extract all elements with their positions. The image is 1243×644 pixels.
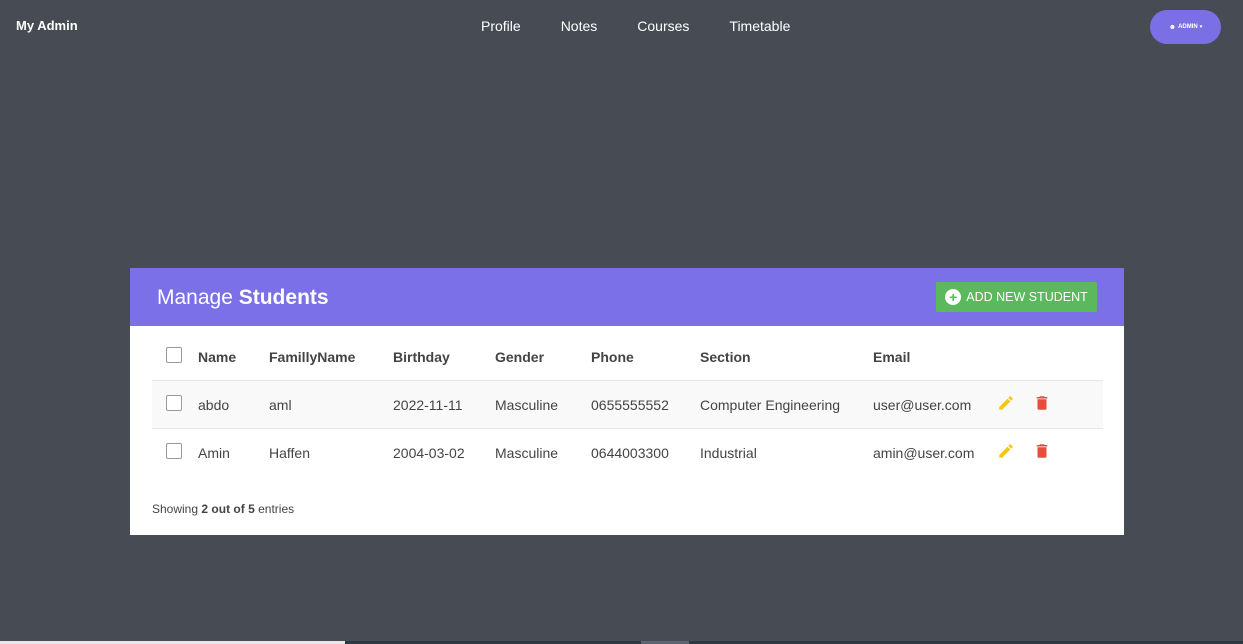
cell-phone: 0655555552 bbox=[591, 380, 700, 429]
table-row: Amin Haffen 2004-03-02 Masculine 0644003… bbox=[152, 429, 1103, 477]
admin-menu-button[interactable]: ☻ ADMIN ▾ bbox=[1150, 10, 1221, 44]
students-table: Name FamillyName Birthday Gender Phone S… bbox=[152, 333, 1103, 476]
delete-trash-icon[interactable] bbox=[1033, 442, 1051, 463]
summary-total: 5 bbox=[248, 502, 255, 516]
cell-family-name: aml bbox=[269, 380, 393, 429]
column-header[interactable]: FamillyName bbox=[269, 333, 393, 381]
panel-title-light: Manage bbox=[157, 286, 233, 309]
nav-timetable[interactable]: Timetable bbox=[729, 18, 790, 34]
cell-email: amin@user.com bbox=[873, 444, 975, 461]
cell-gender: Masculine bbox=[495, 444, 559, 461]
panel-header: Manage Students + ADD NEW STUDENT bbox=[130, 268, 1124, 326]
column-header[interactable]: Birthday bbox=[393, 333, 495, 381]
delete-trash-icon[interactable] bbox=[1033, 394, 1051, 415]
summary-suffix: entries bbox=[258, 502, 295, 516]
row-actions bbox=[997, 380, 1103, 429]
cell-email: user@user.com bbox=[873, 380, 997, 429]
cell-section: Computer Engineering bbox=[700, 380, 873, 429]
table-row: abdo aml 2022-11-11 Masculine 0655555552… bbox=[152, 380, 1103, 429]
cell-section: Industrial bbox=[700, 444, 757, 461]
cell-name: abdo bbox=[198, 380, 269, 429]
table-header-row: Name FamillyName Birthday Gender Phone S… bbox=[152, 333, 1103, 381]
summary-shown: 2 bbox=[201, 502, 209, 516]
row-checkbox[interactable] bbox=[166, 395, 182, 411]
actions-header bbox=[997, 333, 1103, 381]
nav-profile[interactable]: Profile bbox=[481, 18, 521, 34]
column-header[interactable]: Phone bbox=[591, 333, 700, 381]
nav-notes[interactable]: Notes bbox=[561, 18, 598, 34]
summary-of-text: out of bbox=[211, 502, 245, 516]
panel-title-bold: Students bbox=[238, 286, 329, 309]
summary-prefix: Showing bbox=[152, 502, 199, 516]
brand-title[interactable]: My Admin bbox=[16, 18, 78, 33]
row-actions bbox=[997, 429, 1103, 477]
column-header[interactable]: Section bbox=[700, 333, 873, 381]
select-all-checkbox[interactable] bbox=[166, 347, 182, 363]
panel-title: Manage Students bbox=[157, 286, 329, 310]
top-navbar: My Admin Profile Notes Courses Timetable… bbox=[0, 0, 1243, 52]
row-checkbox[interactable] bbox=[166, 443, 182, 459]
user-circle-icon: ☻ bbox=[1168, 23, 1177, 31]
entries-summary: Showing 2 out of 5 entries bbox=[152, 502, 294, 516]
cell-name: Amin bbox=[198, 444, 230, 461]
add-new-student-label: ADD NEW STUDENT bbox=[966, 290, 1088, 304]
chevron-down-icon: ▾ bbox=[1199, 24, 1203, 30]
edit-pencil-icon[interactable] bbox=[997, 394, 1015, 415]
cell-gender: Masculine bbox=[495, 380, 591, 429]
main-nav: Profile Notes Courses Timetable bbox=[481, 18, 830, 34]
plus-circle-icon: + bbox=[945, 289, 962, 305]
cell-birthday: 2022-11-11 bbox=[393, 380, 495, 429]
cell-phone: 0644003300 bbox=[591, 444, 669, 461]
cell-family-name: Haffen bbox=[269, 444, 310, 461]
column-header[interactable]: Email bbox=[873, 333, 997, 381]
admin-label: ADMIN bbox=[1178, 24, 1198, 30]
nav-courses[interactable]: Courses bbox=[637, 18, 689, 34]
column-header[interactable]: Name bbox=[198, 333, 269, 381]
cell-birthday: 2004-03-02 bbox=[393, 444, 465, 461]
manage-students-panel: Manage Students + ADD NEW STUDENT Name F… bbox=[130, 268, 1124, 535]
column-header[interactable]: Gender bbox=[495, 333, 591, 381]
add-new-student-button[interactable]: + ADD NEW STUDENT bbox=[936, 282, 1097, 312]
edit-pencil-icon[interactable] bbox=[997, 442, 1015, 463]
